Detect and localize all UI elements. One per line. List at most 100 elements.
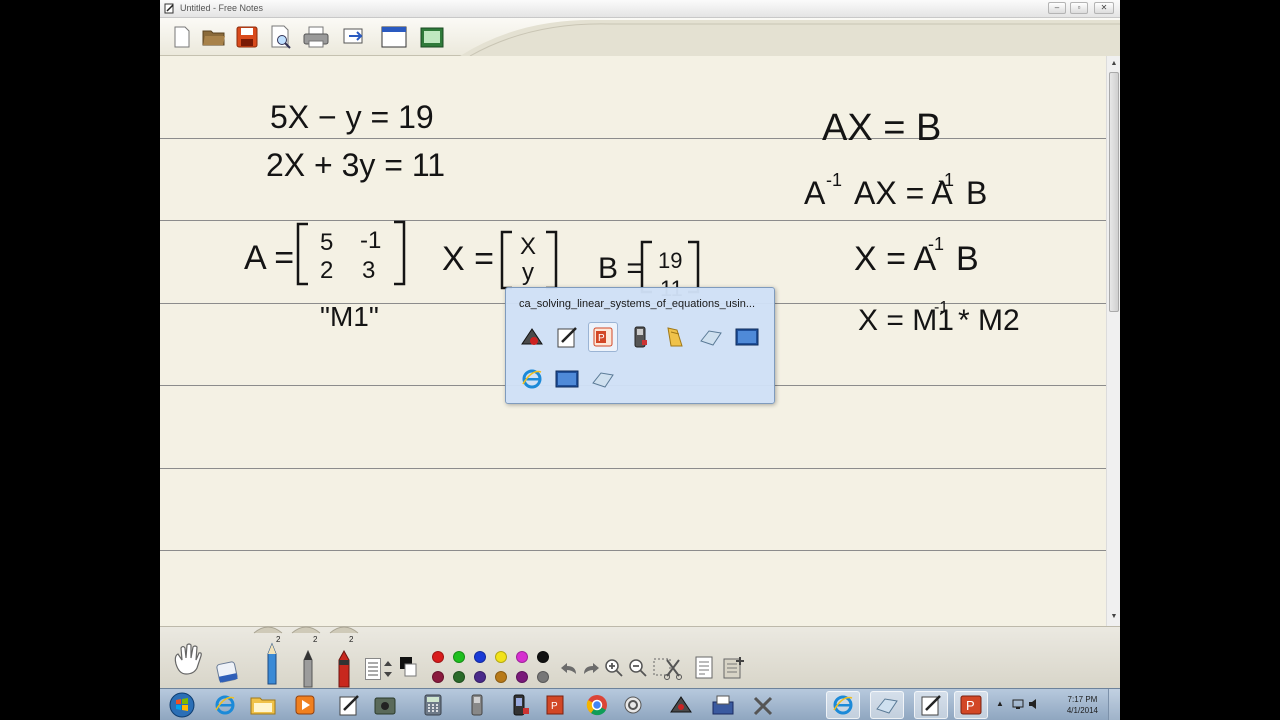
color-swatch-magenta[interactable] (516, 651, 528, 663)
hand-pan-icon[interactable] (166, 639, 210, 679)
fill-color-icon[interactable] (398, 655, 418, 679)
clock-time: 7:17 PM (1067, 695, 1098, 704)
ie-active-taskbar-icon[interactable] (826, 691, 860, 719)
media-player-taskbar-icon[interactable] (288, 691, 322, 719)
powerpoint-small-taskbar-icon[interactable]: P (538, 691, 572, 719)
page-icon[interactable] (694, 655, 716, 681)
notes-taskbar-icon[interactable] (332, 691, 366, 719)
calculator-icon[interactable] (625, 322, 655, 352)
maximize-button[interactable]: ▫ (1070, 2, 1088, 14)
capture-taskbar-icon[interactable] (368, 691, 402, 719)
formula-2-sup: -1 (938, 170, 954, 190)
pen-gray-icon[interactable] (296, 649, 320, 689)
print-preview-icon[interactable] (267, 23, 295, 51)
calculator-taskbar-icon[interactable] (416, 691, 450, 719)
webcam-icon[interactable] (517, 322, 547, 352)
eraser-board-icon[interactable] (696, 322, 726, 352)
color-swatch-blue[interactable] (474, 651, 486, 663)
screen-icon[interactable] (552, 364, 582, 394)
spin-arrows-icon[interactable] (382, 657, 394, 681)
matrix-x-bracket-right (546, 230, 558, 290)
color-swatch-dark-green[interactable] (453, 671, 465, 683)
matrix-x-bracket-left (500, 230, 512, 290)
undo-icon[interactable] (558, 659, 580, 679)
scroll-down-icon[interactable]: ▼ (1109, 612, 1119, 622)
svg-text:P: P (598, 333, 605, 344)
ie-icon[interactable] (517, 364, 547, 394)
scrollbar-thumb[interactable] (1109, 72, 1119, 312)
notes-icon[interactable] (552, 322, 582, 352)
color-swatch-red[interactable] (432, 651, 444, 663)
search-taskbar-icon[interactable] (616, 691, 650, 719)
add-page-icon[interactable] (722, 655, 746, 681)
start-button[interactable] (164, 691, 200, 719)
color-swatch-orange[interactable] (495, 671, 507, 683)
powerpoint-taskbar-icon[interactable]: P (954, 691, 988, 719)
window-icon[interactable] (380, 23, 408, 51)
zoom-in-icon[interactable] (603, 657, 625, 679)
color-swatch-yellow[interactable] (495, 651, 507, 663)
ie-taskbar-icon[interactable] (208, 691, 242, 719)
close-button[interactable]: ✕ (1094, 2, 1114, 14)
taskbar-thumbnail-popup[interactable]: ca_solving_linear_systems_of_equations_u… (505, 287, 775, 404)
formula-4-end: * M2 (958, 304, 1020, 337)
color-swatch-green[interactable] (453, 651, 465, 663)
matrix-x-cell: y (522, 259, 534, 286)
eraser-board-taskbar-icon[interactable] (870, 691, 904, 719)
phone-taskbar-icon[interactable] (504, 691, 538, 719)
line-style-icon[interactable] (364, 657, 382, 681)
equation-2: 2X + 3y = 11 (266, 147, 445, 183)
open-icon[interactable] (200, 23, 228, 51)
volume-icon[interactable] (1028, 698, 1040, 710)
tray-expand-icon[interactable]: ▲ (996, 699, 1004, 708)
minimize-button[interactable]: – (1048, 2, 1066, 14)
new-icon[interactable] (168, 23, 196, 51)
explorer-taskbar-icon[interactable] (246, 691, 280, 719)
eraser-board-icon[interactable] (588, 364, 618, 394)
clock[interactable]: 7:17 PM 4/1/2014 (1067, 694, 1098, 716)
matrix-b-bracket-right (688, 240, 700, 294)
chrome-taskbar-icon[interactable] (580, 691, 614, 719)
screen: Untitled - Free Notes – ▫ ✕ 5X − y = 19 … (160, 0, 1120, 720)
pencil-blue-icon[interactable] (260, 641, 284, 687)
vertical-scrollbar[interactable]: ▲ ▼ (1106, 56, 1120, 626)
matrix-a-cell: 5 (320, 229, 333, 256)
matrix-b-label: B = (598, 252, 644, 285)
toolbar (160, 18, 1120, 56)
pen-width-label: 2 (349, 635, 354, 644)
save-icon[interactable] (233, 23, 261, 51)
svg-text:P: P (551, 701, 558, 712)
pen-width-label: 2 (313, 635, 318, 644)
webcam-taskbar-icon[interactable] (664, 691, 698, 719)
matrix-a-bracket-left (296, 222, 308, 286)
select-cut-icon[interactable] (652, 655, 684, 681)
print-icon[interactable] (302, 23, 330, 51)
marker-red-icon[interactable] (332, 649, 356, 689)
screen-icon[interactable] (732, 322, 762, 352)
powerpoint-icon[interactable]: P (588, 322, 618, 352)
device-taskbar-icon[interactable] (460, 691, 494, 719)
show-desktop-button[interactable] (1108, 689, 1120, 720)
screenshot-icon[interactable] (418, 23, 446, 51)
export-icon[interactable] (340, 23, 368, 51)
formula-2-end: B (966, 175, 987, 211)
color-swatch-gray[interactable] (537, 671, 549, 683)
color-swatch-black[interactable] (537, 651, 549, 663)
formula-3-sup: -1 (928, 234, 944, 254)
color-swatch-purple[interactable] (474, 671, 486, 683)
tools-taskbar-icon[interactable] (746, 691, 780, 719)
matrix-a-label: A = (244, 239, 294, 277)
matrix-b-cell: 19 (658, 248, 682, 273)
fax-taskbar-icon[interactable] (706, 691, 740, 719)
formula-2-sup: -1 (826, 170, 842, 190)
network-icon[interactable] (1012, 698, 1024, 710)
scroll-up-icon[interactable]: ▲ (1109, 59, 1119, 69)
notes-active-taskbar-icon[interactable] (914, 691, 948, 719)
color-swatch-dark-red[interactable] (432, 671, 444, 683)
redo-icon[interactable] (580, 659, 602, 679)
folder-icon[interactable] (660, 322, 690, 352)
formula-2-a: A (804, 175, 826, 211)
color-swatch-plum[interactable] (516, 671, 528, 683)
zoom-out-icon[interactable] (627, 657, 649, 679)
eraser-icon[interactable] (212, 657, 244, 687)
